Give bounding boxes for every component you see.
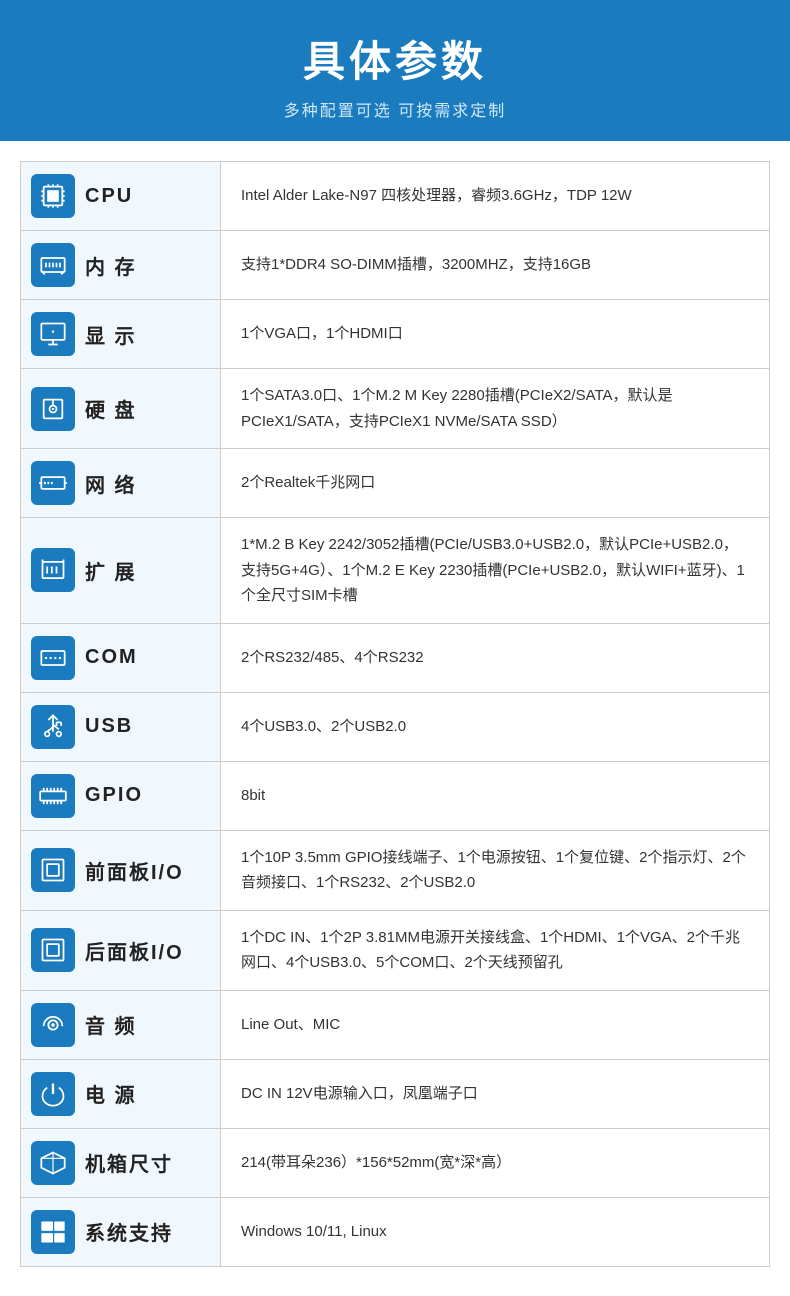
storage-icon	[31, 387, 75, 431]
row-value: 1个10P 3.5mm GPIO接线端子、1个电源按钮、1个复位键、2个指示灯、…	[221, 830, 770, 910]
memory-icon	[31, 243, 75, 287]
row-value: 2个Realtek千兆网口	[221, 449, 770, 518]
table-row: 前面板I/O 1个10P 3.5mm GPIO接线端子、1个电源按钮、1个复位键…	[21, 830, 770, 910]
table-row: 后面板I/O 1个DC IN、1个2P 3.81MM电源开关接线盒、1个HDMI…	[21, 910, 770, 990]
row-label: GPIO	[85, 784, 143, 807]
table-row: 网 络 2个Realtek千兆网口	[21, 449, 770, 518]
row-label: 音 频	[85, 1010, 137, 1039]
row-label: 前面板I/O	[85, 856, 184, 885]
panel-icon	[31, 848, 75, 892]
specs-table: CPU Intel Alder Lake-N97 四核处理器，睿频3.6GHz，…	[20, 161, 770, 1267]
row-value: Intel Alder Lake-N97 四核处理器，睿频3.6GHz，TDP …	[221, 162, 770, 231]
table-row: GPIO 8bit	[21, 761, 770, 830]
table-row: 系统支持 Windows 10/11, Linux	[21, 1197, 770, 1266]
row-label: 网 络	[85, 469, 137, 498]
network-icon	[31, 461, 75, 505]
row-label: 显 示	[85, 320, 137, 349]
row-value: 1个SATA3.0口、1个M.2 M Key 2280插槽(PCIeX2/SAT…	[221, 369, 770, 449]
cpu-icon	[31, 174, 75, 218]
row-value: Line Out、MIC	[221, 990, 770, 1059]
page-header: 具体参数 多种配置可选 可按需求定制	[0, 0, 790, 141]
row-label: 硬 盘	[85, 394, 137, 423]
row-value: 2个RS232/485、4个RS232	[221, 623, 770, 692]
row-label: 电 源	[85, 1079, 137, 1108]
display-icon	[31, 312, 75, 356]
audio-icon	[31, 1003, 75, 1047]
power-icon	[31, 1072, 75, 1116]
row-value: 4个USB3.0、2个USB2.0	[221, 692, 770, 761]
row-value: 1个DC IN、1个2P 3.81MM电源开关接线盒、1个HDMI、1个VGA、…	[221, 910, 770, 990]
row-value: 8bit	[221, 761, 770, 830]
panel-icon	[31, 928, 75, 972]
row-value: DC IN 12V电源输入口，凤凰端子口	[221, 1059, 770, 1128]
gpio-icon	[31, 774, 75, 818]
table-row: 机箱尺寸 214(带耳朵236）*156*52mm(宽*深*高）	[21, 1128, 770, 1197]
table-row: 显 示 1个VGA口，1个HDMI口	[21, 300, 770, 369]
chassis-icon	[31, 1141, 75, 1185]
os-icon	[31, 1210, 75, 1254]
row-value: 1*M.2 B Key 2242/3052插槽(PCIe/USB3.0+USB2…	[221, 518, 770, 624]
row-label: 机箱尺寸	[85, 1148, 173, 1177]
table-row: 硬 盘 1个SATA3.0口、1个M.2 M Key 2280插槽(PCIeX2…	[21, 369, 770, 449]
table-row: 扩 展 1*M.2 B Key 2242/3052插槽(PCIe/USB3.0+…	[21, 518, 770, 624]
row-value: 支持1*DDR4 SO-DIMM插槽，3200MHZ，支持16GB	[221, 231, 770, 300]
table-row: CPU Intel Alder Lake-N97 四核处理器，睿频3.6GHz，…	[21, 162, 770, 231]
row-label: 后面板I/O	[85, 936, 184, 965]
table-row: USB 4个USB3.0、2个USB2.0	[21, 692, 770, 761]
table-row: COM 2个RS232/485、4个RS232	[21, 623, 770, 692]
row-label: 扩 展	[85, 556, 137, 585]
table-row: 电 源 DC IN 12V电源输入口，凤凰端子口	[21, 1059, 770, 1128]
row-label: 系统支持	[85, 1217, 173, 1246]
table-row: 音 频 Line Out、MIC	[21, 990, 770, 1059]
row-label: 内 存	[85, 251, 137, 280]
row-label: COM	[85, 646, 138, 669]
expansion-icon	[31, 548, 75, 592]
row-value: 214(带耳朵236）*156*52mm(宽*深*高）	[221, 1128, 770, 1197]
row-label: CPU	[85, 185, 133, 208]
row-label: USB	[85, 715, 133, 738]
usb-icon	[31, 705, 75, 749]
com-icon	[31, 636, 75, 680]
page-title: 具体参数	[20, 28, 770, 89]
row-value: 1个VGA口，1个HDMI口	[221, 300, 770, 369]
row-value: Windows 10/11, Linux	[221, 1197, 770, 1266]
page-subtitle: 多种配置可选 可按需求定制	[20, 97, 770, 121]
table-row: 内 存 支持1*DDR4 SO-DIMM插槽，3200MHZ，支持16GB	[21, 231, 770, 300]
